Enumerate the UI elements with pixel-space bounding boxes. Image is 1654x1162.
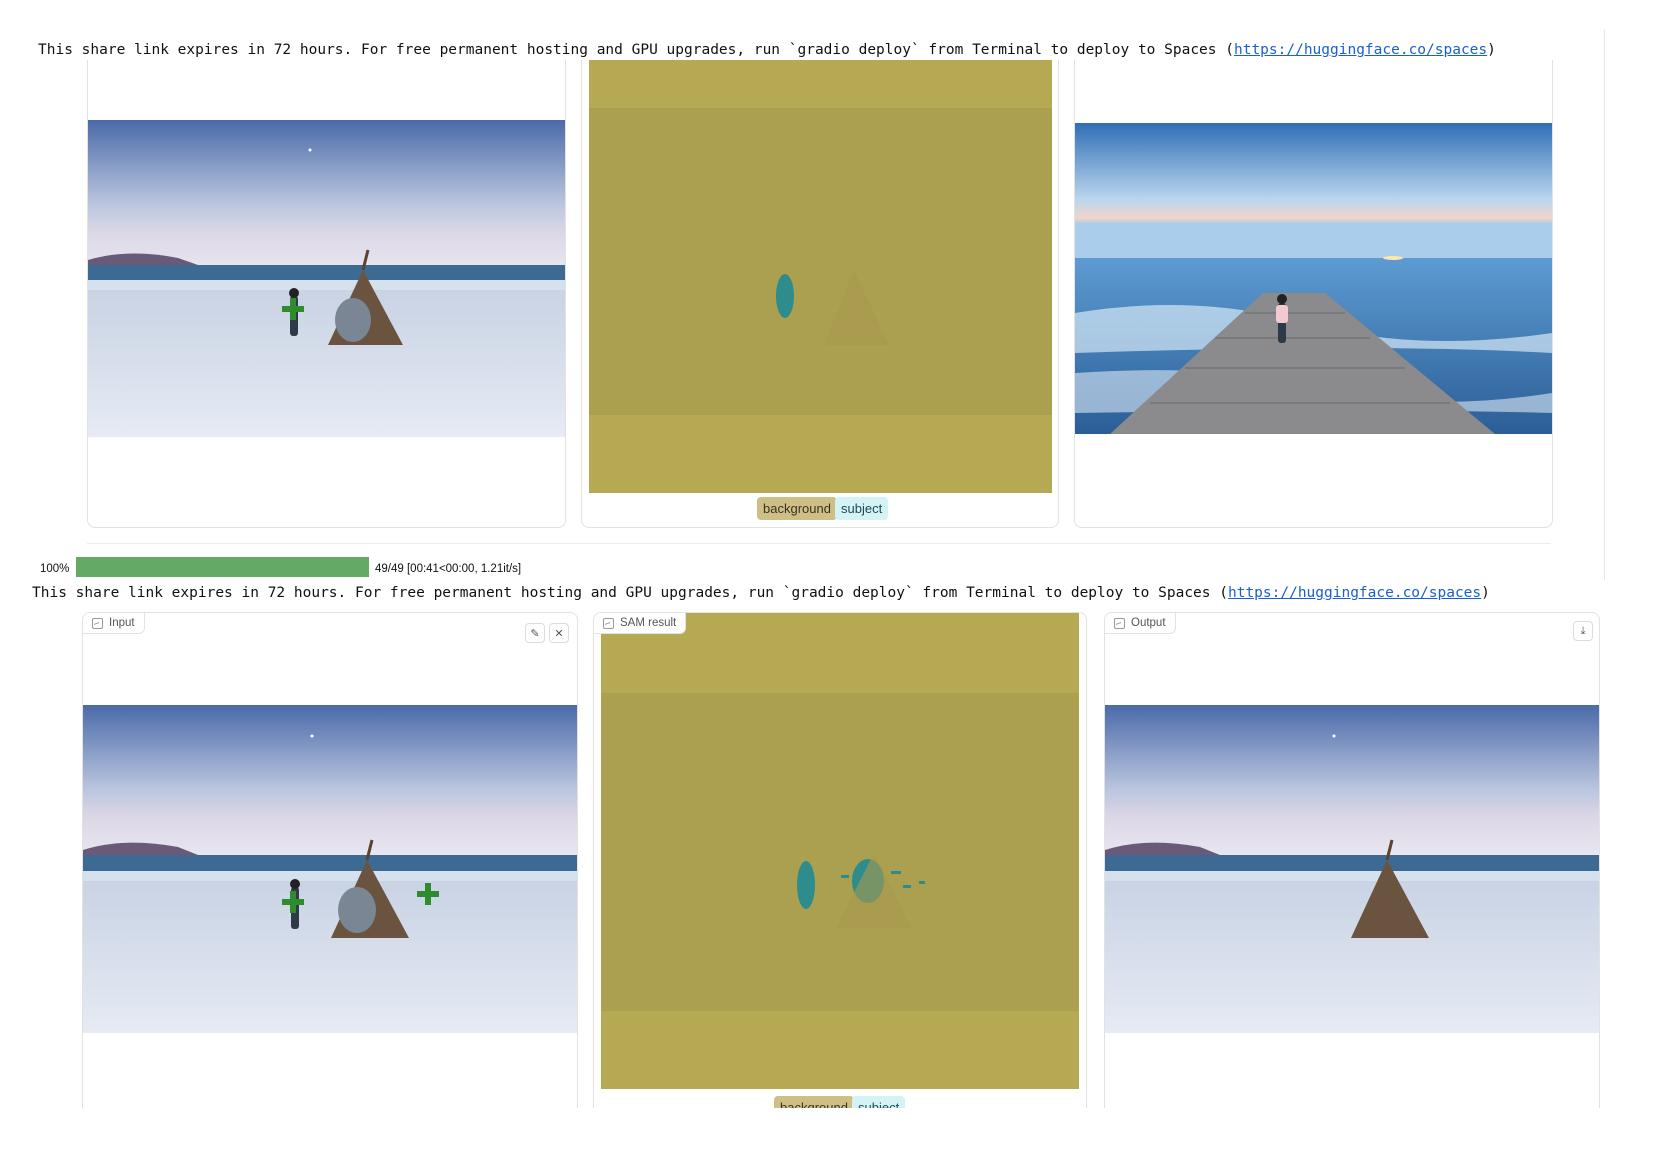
- page-bottom: [0, 1108, 1654, 1162]
- output-label-chip: Output: [1105, 613, 1176, 634]
- plus-marker-icon[interactable]: [282, 891, 304, 913]
- divider-line: [1604, 30, 1605, 580]
- bottom-input-image[interactable]: [83, 705, 577, 1033]
- bottom-output-panel: Output ⤓: [1104, 612, 1600, 1109]
- input-label-chip: Input: [83, 613, 145, 634]
- image-icon: [92, 617, 103, 629]
- plus-marker-icon[interactable]: [417, 883, 439, 905]
- bottom-output-image[interactable]: [1105, 705, 1599, 1033]
- top-output-panel: [1074, 60, 1553, 528]
- progress-fill: [76, 557, 369, 577]
- spaces-link-top[interactable]: https://huggingface.co/spaces: [1234, 42, 1487, 58]
- pencil-icon[interactable]: ✎: [525, 623, 545, 643]
- bottom-input-panel: Input ✎ ✕: [82, 612, 578, 1109]
- bottom-sam-mask: [601, 613, 1079, 1089]
- spaces-link-bottom[interactable]: https://huggingface.co/spaces: [1228, 585, 1481, 601]
- legend-subject-top: subject: [835, 497, 889, 520]
- sam-label-chip: SAM result: [594, 613, 687, 634]
- progress-bar: [76, 557, 369, 577]
- top-panel-shadow: [87, 543, 1551, 544]
- share-notice-bottom: This share link expires in 72 hours. For…: [32, 585, 1490, 601]
- top-sam-panel: background subject: [581, 60, 1059, 528]
- top-input-panel: [87, 60, 566, 528]
- bottom-sam-panel: SAM result background subject: [593, 612, 1087, 1109]
- share-notice-top: This share link expires in 72 hours. For…: [38, 42, 1496, 58]
- plus-marker-icon[interactable]: [282, 298, 304, 320]
- top-output-image[interactable]: [1075, 123, 1552, 434]
- progress-percent: 100%: [40, 563, 70, 575]
- download-icon[interactable]: ⤓: [1573, 621, 1593, 641]
- top-input-image[interactable]: [88, 120, 565, 437]
- image-icon: [1114, 617, 1125, 629]
- top-sam-mask: [589, 60, 1052, 493]
- legend-background-top: background: [757, 497, 837, 520]
- progress-info: 49/49 [00:41<00:00, 1.21it/s]: [375, 563, 522, 575]
- close-icon[interactable]: ✕: [549, 623, 569, 643]
- image-icon: [603, 617, 614, 629]
